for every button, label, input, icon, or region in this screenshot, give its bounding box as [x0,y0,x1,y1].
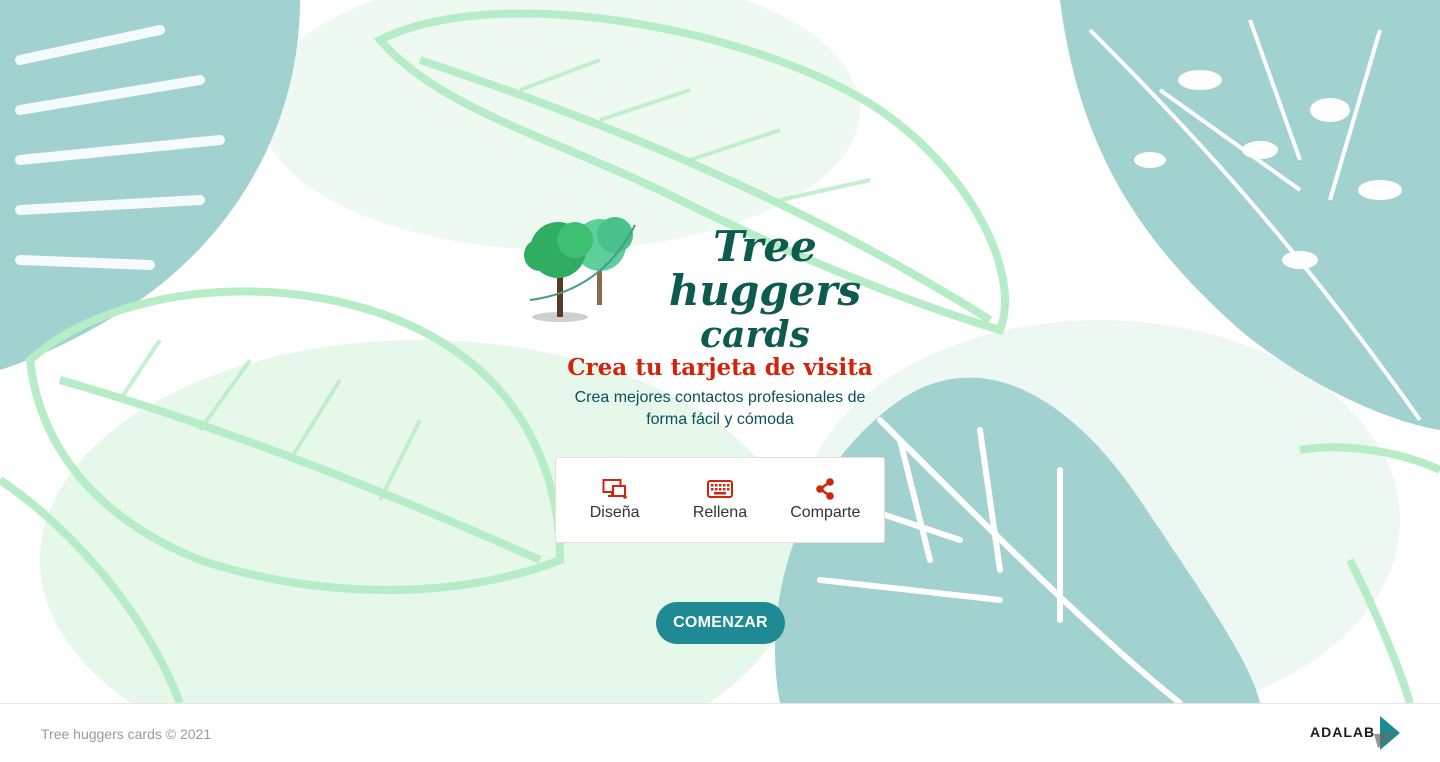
step-label: Comparte [790,504,861,521]
keyboard-icon [706,480,733,498]
page-title: Crea tu tarjeta de visita [567,354,873,381]
footer: Tree huggers cards © 2021 ADALAB [0,703,1440,762]
adalab-logo-link[interactable]: ADALAB [1308,714,1403,752]
step-label: Diseña [589,504,640,521]
step-label: Rellena [692,504,748,521]
step-fill: Rellena [670,478,770,522]
page-subtitle: Crea mejores contactos profesionales de … [574,389,866,428]
step-design: Diseña [565,478,665,522]
start-button[interactable]: COMENZAR [656,602,785,644]
copyright-text: Tree huggers cards © 2021 [41,726,212,742]
steps-panel: Diseña Rellena Comparte [555,457,885,543]
hero-section: Tree huggers cards Crea tu tarjeta de vi… [0,0,1440,703]
tree-huggers-logo: Tree huggers cards [520,205,900,356]
trees-icon [524,217,636,322]
logo-text-line1: Tree huggers [668,222,862,315]
logo-text-line2: cards [700,314,810,356]
design-icon [602,479,627,499]
share-icon [816,478,835,500]
adalab-logo-text: ADALAB [1310,724,1376,740]
step-share: Comparte [775,478,875,522]
logo-text: Tree huggers cards [630,225,900,357]
